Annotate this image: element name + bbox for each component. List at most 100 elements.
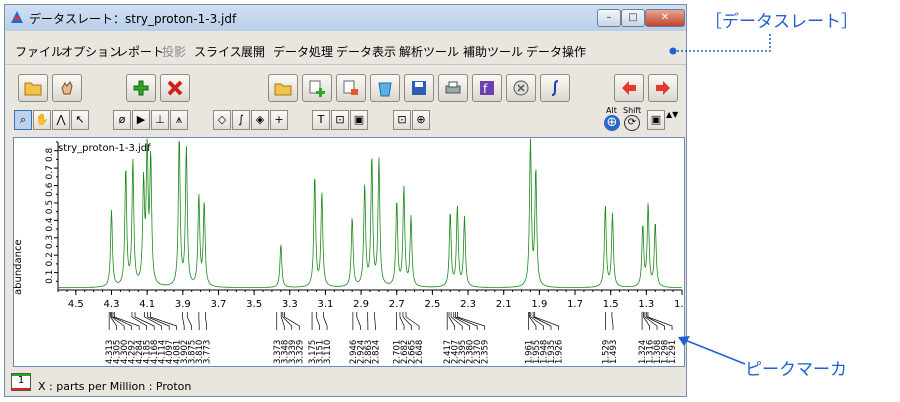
next-button[interactable] <box>648 74 678 102</box>
open-button[interactable] <box>268 74 298 102</box>
peak-pick-icon: ⩚ <box>175 113 183 126</box>
previous-button[interactable] <box>614 74 644 102</box>
open-folder-button[interactable] <box>18 74 48 102</box>
x-tick-label: 4.1 <box>139 299 155 310</box>
minimize-button[interactable]: – <box>597 9 621 27</box>
y-tick-label: 0.8 <box>45 147 55 162</box>
menu-separator <box>5 64 686 65</box>
menu-data-display[interactable]: データ表示 <box>336 43 396 60</box>
x-tick-label: 3.1 <box>317 299 333 310</box>
crosshair-tool-button[interactable]: + <box>270 110 288 130</box>
peak-pick-tool-button[interactable]: ⩚ <box>170 110 188 130</box>
text-icon: T <box>317 113 325 126</box>
x-tick-label: 2.9 <box>353 299 369 310</box>
center-icon: ⊡ <box>397 113 407 126</box>
x-tick-label: 1.1 <box>674 299 684 310</box>
text-tool-button[interactable]: T <box>312 110 330 130</box>
x-tick-label: 4.3 <box>104 299 120 310</box>
baseline-icon: ⊥ <box>155 113 165 126</box>
peak-marker-leader <box>112 312 133 330</box>
menu-expand[interactable]: 展開 <box>241 43 265 60</box>
eraser-tool-button[interactable]: ◈ <box>251 110 269 130</box>
peak-marker-leader <box>186 312 193 330</box>
transform-button[interactable]: f <box>472 74 502 102</box>
pointer-tool-button[interactable]: ↖ <box>71 110 89 130</box>
integral-button[interactable] <box>540 74 570 102</box>
phase-tool-button[interactable]: ø <box>113 110 131 130</box>
shift-rotate-button[interactable]: ⟳ <box>624 115 640 131</box>
zoom-tool-button[interactable]: ⌕ <box>14 110 32 130</box>
maximize-button[interactable]: □ <box>621 9 645 27</box>
axis-info: X : parts per Million : Proton <box>38 380 192 393</box>
peak-marker-leader <box>647 312 673 330</box>
target-icon: ⊕ <box>416 113 426 126</box>
menu-options[interactable]: オプション <box>61 43 121 60</box>
spectrum-line <box>58 138 682 289</box>
x-tick-label: 3.9 <box>175 299 191 310</box>
peak-marker-leader <box>147 312 170 330</box>
stop-button[interactable] <box>506 74 536 102</box>
x-tick-label: 2.3 <box>460 299 476 310</box>
dataslate-callout-line <box>677 33 771 52</box>
menu-data-operations[interactable]: データ操作 <box>526 43 586 60</box>
peak-marker-leader <box>205 312 208 330</box>
menu-report[interactable]: レポート <box>116 43 164 60</box>
target-tool-button[interactable]: ⊕ <box>412 110 430 130</box>
y-tick-label: 0.5 <box>45 200 55 214</box>
close-button[interactable]: ✕ <box>645 9 685 27</box>
menu-analysis-tools[interactable]: 解析ツール <box>399 43 459 60</box>
center-tool-button[interactable]: ⊡ <box>393 110 411 130</box>
diamond-tool-button[interactable]: ◇ <box>213 110 231 130</box>
x-tick-label: 2.1 <box>496 299 512 310</box>
spectrum-plot[interactable]: stry_proton-1-3.jdf 0.1 0.2 0.3 0.4 0.5 0.6 0.… <box>13 137 685 367</box>
pointer-icon: ↖ <box>75 113 85 126</box>
menu-auxiliary-tools[interactable]: 補助ツール <box>463 43 523 60</box>
box-tool-button[interactable]: ⊡ <box>331 110 349 130</box>
app-icon <box>11 11 23 23</box>
title-bar[interactable]: データスレート：stry_proton-1-3.jdf – □ ✕ <box>5 5 686 31</box>
spectrum-svg: stry_proton-1-3.jdf 0.10.20.30.40.50.60.… <box>45 138 684 364</box>
menu-data-processing[interactable]: データ処理 <box>273 43 333 60</box>
y-tick-label: 0.1 <box>45 270 55 284</box>
magnifier-icon: ⌕ <box>19 113 27 126</box>
alt-crosshair-button[interactable]: ⊕ <box>604 115 620 131</box>
delete-button[interactable] <box>160 74 190 102</box>
peak-tool-button[interactable]: ⋀ <box>52 110 70 130</box>
peak-marker-label: 2.648 <box>415 340 425 364</box>
move-file-icon <box>343 80 358 95</box>
y-tick-label: 0.4 <box>45 217 55 232</box>
baseline-tool-button[interactable]: ⊥ <box>151 110 169 130</box>
frame-tool-button[interactable]: ▣ <box>350 110 368 130</box>
shift-label: Shift <box>623 106 642 115</box>
menu-slice[interactable]: スライス <box>194 43 242 60</box>
move-file-button[interactable] <box>336 74 366 102</box>
hand-tool-button[interactable] <box>52 74 82 102</box>
peak-marker-leader <box>144 312 163 330</box>
spin-stepper[interactable]: ▲▼ <box>666 110 678 130</box>
peak-marker-leader <box>399 312 405 330</box>
peak-marker-leader <box>457 312 486 330</box>
trash-button[interactable] <box>370 74 400 102</box>
print-button[interactable] <box>438 74 468 102</box>
x-tick-label: 1.3 <box>638 299 654 310</box>
peak-marker-leader <box>374 312 376 330</box>
peak-marker-label: 1.493 <box>609 340 619 364</box>
add-file-button[interactable] <box>302 74 332 102</box>
x-tick-label: 2.5 <box>424 299 440 310</box>
pan-tool-button[interactable]: ✋ <box>33 110 51 130</box>
x-axis: 4.5 4.3 4.1 3.9 3.7 3.5 3.3 3.1 2.9 2.7 2.5 2.3 2.1 1… <box>57 289 684 310</box>
add-button[interactable] <box>126 74 156 102</box>
menu-projection[interactable]: 投影 <box>162 43 186 60</box>
layout-button[interactable]: ▣ <box>647 110 665 130</box>
play-tool-button[interactable]: ▶ <box>132 110 150 130</box>
page-number-badge[interactable]: 1 <box>11 373 31 391</box>
menu-file[interactable]: ファイル <box>15 43 63 60</box>
eraser-icon: ◈ <box>255 113 265 126</box>
save-button[interactable] <box>404 74 434 102</box>
peak-marker-leader <box>356 312 361 330</box>
y-tick-label: 0.3 <box>45 235 55 249</box>
integral-tool-button[interactable]: ∫ <box>232 110 250 130</box>
play-icon: ▶ <box>136 113 146 126</box>
peak-marker-label: 3.773 <box>203 340 213 364</box>
integral-icon: ∫ <box>238 113 244 126</box>
